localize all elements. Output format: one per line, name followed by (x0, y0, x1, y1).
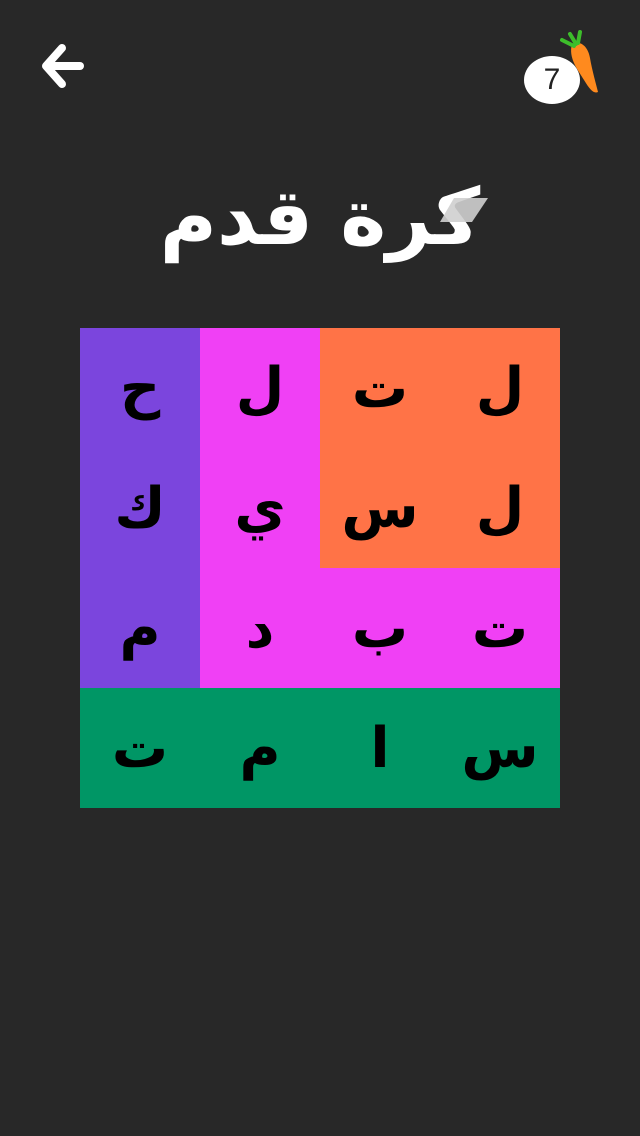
letter-tile[interactable]: د (200, 568, 320, 688)
letter-grid: حلتلكيسلمدبتتماس (80, 328, 560, 808)
letter-tile[interactable]: ل (440, 448, 560, 568)
letter-tile[interactable]: م (200, 688, 320, 808)
letter-tile[interactable]: ت (320, 328, 440, 448)
hint-count[interactable]: 7 (524, 56, 580, 104)
clue-title: كرة قدم (159, 173, 481, 263)
back-button[interactable] (38, 40, 90, 92)
arrow-left-icon (42, 44, 84, 88)
letter-tile[interactable]: ا (320, 688, 440, 808)
letter-tile[interactable]: ح (80, 328, 200, 448)
revealed-letter-highlight (440, 198, 488, 222)
letter-tile[interactable]: ت (440, 568, 560, 688)
letter-tile[interactable]: م (80, 568, 200, 688)
letter-tile[interactable]: س (320, 448, 440, 568)
letter-tile[interactable]: ب (320, 568, 440, 688)
letter-tile[interactable]: ت (80, 688, 200, 808)
letter-tile[interactable]: ي (200, 448, 320, 568)
letter-tile[interactable]: ل (440, 328, 560, 448)
letter-tile[interactable]: ك (80, 448, 200, 568)
hint-counter[interactable]: 7 (520, 30, 602, 110)
letter-tile[interactable]: س (440, 688, 560, 808)
letter-tile[interactable]: ل (200, 328, 320, 448)
